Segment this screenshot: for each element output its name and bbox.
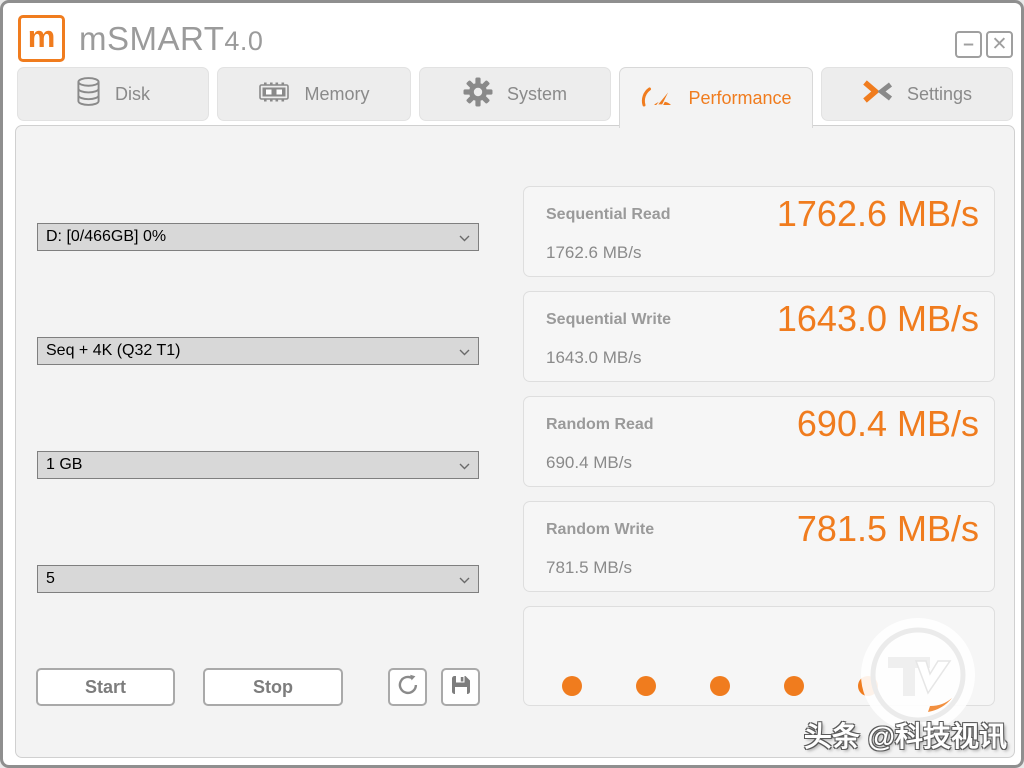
app-logo: m xyxy=(18,15,65,62)
result-value: 1643.0 MB/s xyxy=(776,298,979,339)
refresh-button[interactable] xyxy=(388,668,427,706)
minimize-icon: – xyxy=(963,33,974,55)
type-value: Seq + 4K (Q32 T1) xyxy=(46,342,181,359)
gauge-icon xyxy=(640,82,674,114)
select-disk-dropdown[interactable]: D: [0/466GB] 0% xyxy=(37,223,479,251)
result-label: Sequential Write xyxy=(546,311,672,328)
app-window: m mSMART4.0 – ✕ Disk Memory System Perfo… xyxy=(0,0,1024,768)
app-logo-letter: m xyxy=(27,19,56,54)
stop-button-label: Stop xyxy=(253,676,293,697)
result-card-random-write: Random Write 781.5 MB/s 781.5 MB/s xyxy=(523,501,995,592)
save-icon xyxy=(450,674,472,701)
result-label: Random Read xyxy=(546,416,654,433)
chevron-down-icon xyxy=(459,349,470,356)
result-subvalue: 1643.0 MB/s xyxy=(546,348,642,367)
tab-settings[interactable]: Settings xyxy=(821,67,1013,121)
disk-icon xyxy=(76,76,101,112)
app-title-version: 4.0 xyxy=(224,26,264,56)
test-range-value: 1 GB xyxy=(46,456,83,473)
tab-disk[interactable]: Disk xyxy=(17,67,209,121)
stop-button[interactable]: Stop xyxy=(203,668,343,706)
chevron-down-icon xyxy=(459,577,470,584)
app-title: mSMART4.0 xyxy=(79,20,263,58)
progress-dot xyxy=(636,676,656,696)
result-card-random-read: Random Read 690.4 MB/s 690.4 MB/s xyxy=(523,396,995,487)
tab-memory[interactable]: Memory xyxy=(217,67,411,121)
result-card-sequential-read: Sequential Read 1762.6 MB/s 1762.6 MB/s xyxy=(523,186,995,277)
result-subvalue: 781.5 MB/s xyxy=(546,558,632,577)
result-value: 690.4 MB/s xyxy=(796,403,979,444)
tab-label: Performance xyxy=(688,87,792,108)
select-disk-value: D: [0/466GB] 0% xyxy=(46,228,167,245)
result-card-sequential-write: Sequential Write 1643.0 MB/s 1643.0 MB/s xyxy=(523,291,995,382)
result-value: 781.5 MB/s xyxy=(796,508,979,549)
app-title-main: mSMART xyxy=(79,20,225,57)
tab-label: Memory xyxy=(304,83,370,104)
test-range-dropdown[interactable]: 1 GB xyxy=(37,451,479,479)
tab-performance[interactable]: Performance xyxy=(619,67,813,128)
progress-dots xyxy=(562,676,878,696)
close-button[interactable]: ✕ xyxy=(986,31,1013,58)
minimize-button[interactable]: – xyxy=(955,31,982,58)
loop-value: 5 xyxy=(46,570,55,587)
result-subvalue: 690.4 MB/s xyxy=(546,453,632,472)
result-subvalue: 1762.6 MB/s xyxy=(546,243,642,262)
tab-label: Settings xyxy=(906,83,973,104)
progress-dot xyxy=(858,676,878,696)
settings-icon xyxy=(862,80,893,108)
progress-dot xyxy=(562,676,582,696)
gear-icon xyxy=(463,77,493,112)
start-button-label: Start xyxy=(84,676,126,697)
type-dropdown[interactable]: Seq + 4K (Q32 T1) xyxy=(37,337,479,365)
memory-icon xyxy=(258,81,290,108)
save-button[interactable] xyxy=(441,668,480,706)
chevron-down-icon xyxy=(459,235,470,242)
tab-system[interactable]: System xyxy=(419,67,611,121)
chevron-down-icon xyxy=(459,463,470,470)
progress-dot xyxy=(784,676,804,696)
close-icon: ✕ xyxy=(991,34,1008,55)
progress-dot xyxy=(710,676,730,696)
refresh-icon xyxy=(397,674,419,701)
tab-label: Disk xyxy=(115,83,150,104)
result-value: 1762.6 MB/s xyxy=(776,193,979,234)
tab-label: System xyxy=(506,83,567,104)
result-label: Sequential Read xyxy=(546,206,671,223)
progress-panel xyxy=(523,606,995,706)
loop-dropdown[interactable]: 5 xyxy=(37,565,479,593)
result-label: Random Write xyxy=(546,521,655,538)
start-button[interactable]: Start xyxy=(36,668,175,706)
